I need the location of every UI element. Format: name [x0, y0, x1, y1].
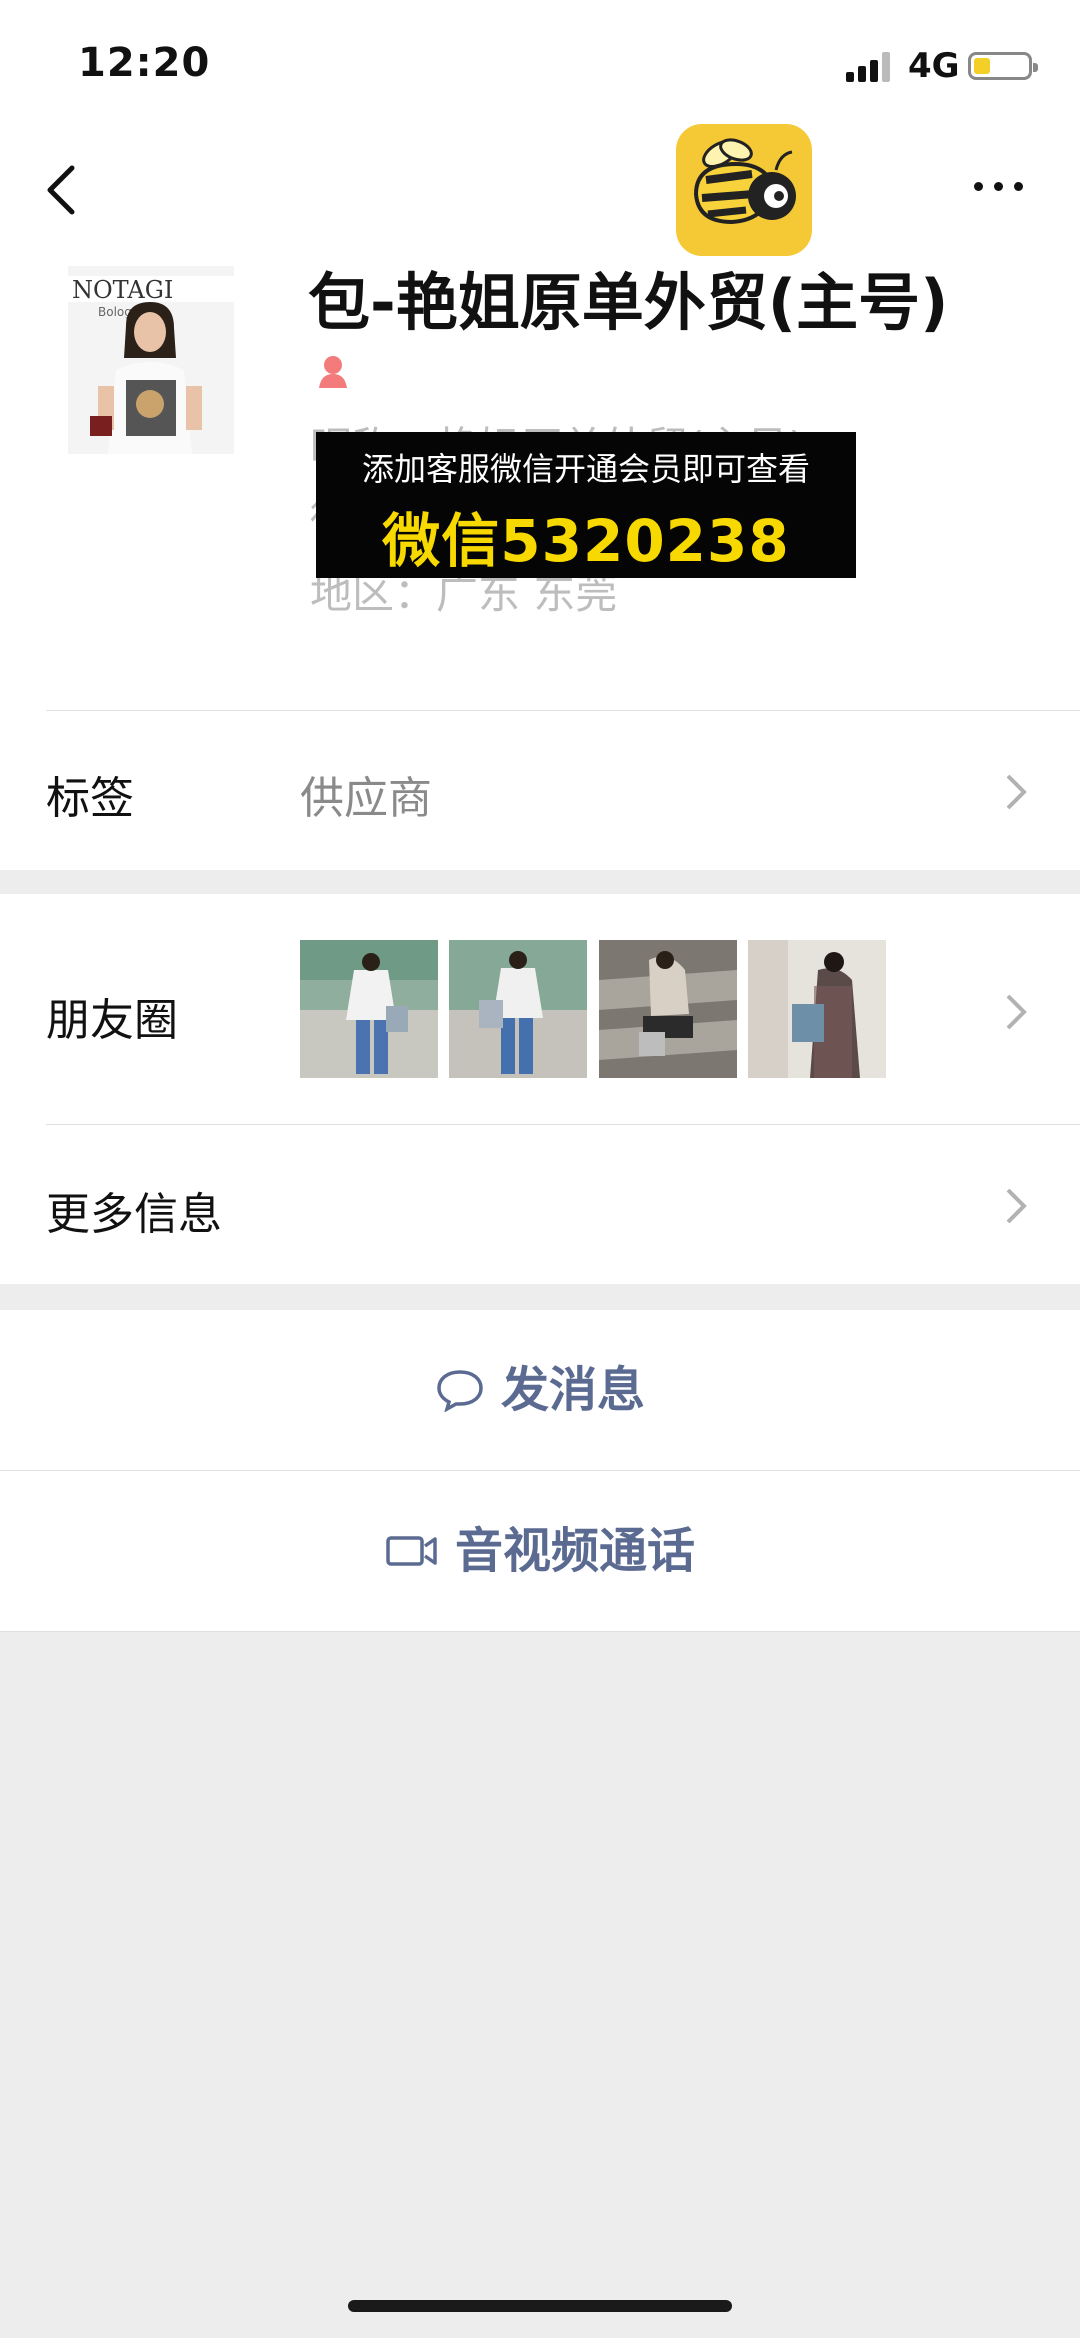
- video-call-button[interactable]: 音视频通话: [0, 1471, 1080, 1631]
- moments-photo[interactable]: [449, 940, 587, 1078]
- chat-bubble-icon: [437, 1370, 483, 1412]
- watermark-overlay: 添加客服微信开通会员即可查看 微信5320238: [316, 432, 856, 578]
- more-info-label: 更多信息: [46, 1189, 222, 1240]
- section-gap: [0, 1284, 1080, 1310]
- moments-photo[interactable]: [748, 940, 886, 1078]
- moments-photo[interactable]: [599, 940, 737, 1078]
- video-camera-icon: [386, 1536, 437, 1566]
- signal-icon: [846, 52, 896, 82]
- video-call-label: 音视频通话: [454, 1523, 695, 1579]
- divider: [46, 710, 1080, 711]
- overlay-notice: 添加客服微信开通会员即可查看: [361, 450, 810, 488]
- moments-photo[interactable]: [300, 940, 438, 1078]
- send-message-button[interactable]: 发消息: [0, 1310, 1080, 1470]
- divider: [46, 1124, 1080, 1125]
- svg-text:NOTAGI: NOTAGI: [72, 276, 173, 304]
- send-message-label: 发消息: [500, 1362, 645, 1418]
- status-time: 12:20: [78, 40, 211, 86]
- profile-avatar[interactable]: NOTAGI Bologn: [68, 266, 234, 454]
- network-label: 4G: [908, 46, 960, 86]
- overlay-wechat-id: 微信5320238: [382, 507, 790, 575]
- more-options-button[interactable]: [970, 170, 1030, 200]
- chevron-right-icon[interactable]: [1004, 772, 1028, 812]
- divider: [0, 1631, 1080, 1632]
- back-button[interactable]: [40, 160, 84, 220]
- tags-value: 供应商: [300, 773, 432, 824]
- home-indicator[interactable]: [348, 2300, 732, 2312]
- bee-app-logo: [676, 124, 812, 256]
- battery-icon: [968, 52, 1038, 80]
- moments-label: 朋友圈: [46, 995, 178, 1046]
- section-gap: [0, 870, 1080, 894]
- female-icon: [313, 352, 353, 392]
- tags-label: 标签: [46, 773, 134, 824]
- chevron-left-icon: [47, 165, 75, 215]
- contact-name: 包-艳姐原单外贸(主号): [308, 266, 949, 339]
- chevron-right-icon[interactable]: [1004, 1186, 1028, 1226]
- chevron-right-icon[interactable]: [1004, 992, 1028, 1032]
